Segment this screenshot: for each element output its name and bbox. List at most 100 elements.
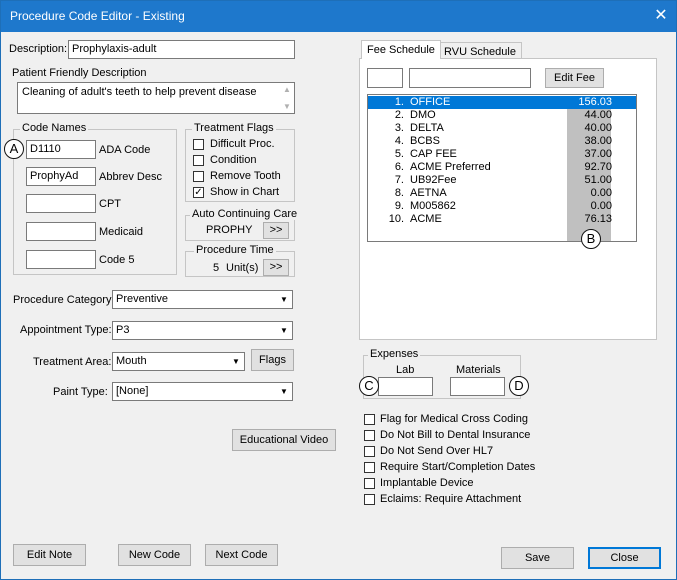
fee-row-number: 4. (394, 135, 404, 147)
materials-input[interactable] (450, 377, 505, 396)
option-checkbox[interactable] (364, 478, 375, 489)
edit-fee-button[interactable]: Edit Fee (545, 68, 604, 88)
difficult-proc-checkbox[interactable] (193, 139, 204, 150)
materials-label: Materials (456, 364, 501, 376)
fee-row[interactable]: 4. BCBS 38.00 (368, 135, 636, 148)
remove-tooth-checkbox[interactable] (193, 171, 204, 182)
patient-friendly-label: Patient Friendly Description (12, 67, 147, 79)
fee-row-amount: 76.13 (584, 213, 612, 225)
fee-row-name: DELTA (410, 122, 444, 134)
lab-label: Lab (396, 364, 415, 376)
fee-row-amount: 51.00 (584, 174, 612, 186)
procedure-time-button[interactable]: >> (263, 259, 289, 276)
callout-c: C (359, 376, 379, 396)
fee-row-number: 8. (394, 187, 404, 199)
save-button[interactable]: Save (501, 547, 574, 569)
fee-row-amount: 0.00 (590, 200, 612, 212)
treatment-area-select[interactable]: Mouth ▼ (112, 352, 245, 371)
flags-button[interactable]: Flags (251, 349, 294, 371)
condition-checkbox[interactable] (193, 155, 204, 166)
option-label: Do Not Bill to Dental Insurance (380, 429, 531, 441)
option-checkbox[interactable] (364, 446, 375, 457)
procedure-time-value: 5 (213, 262, 220, 274)
fee-row-name: AETNA (410, 187, 447, 199)
fee-row[interactable]: 5. CAP FEE 37.00 (368, 148, 636, 161)
procedure-time-title: Procedure Time (194, 244, 276, 256)
fee-row-number: 6. (394, 161, 404, 173)
option-checkbox[interactable] (364, 414, 375, 425)
code5-input[interactable] (26, 250, 96, 269)
appointment-type-select[interactable]: P3 ▼ (112, 321, 293, 340)
fee-row-name: DMO (410, 109, 436, 121)
close-icon[interactable]: ✕ (646, 1, 676, 32)
fee-row[interactable]: 10. ACME 76.13 (368, 213, 636, 226)
fee-row-name: CAP FEE (410, 148, 457, 160)
window-title: Procedure Code Editor - Existing (10, 9, 185, 23)
auto-care-value: PROPHY (206, 224, 253, 236)
procedure-time-unit: Unit(s) (226, 262, 259, 274)
cpt-label: CPT (99, 198, 121, 210)
close-button[interactable]: Close (588, 547, 661, 569)
fee-row-name: ACME (410, 213, 442, 225)
educational-video-button[interactable]: Educational Video (232, 429, 336, 451)
medicaid-input[interactable] (26, 222, 96, 241)
fee-filter-input-2[interactable] (409, 68, 531, 88)
paint-type-label: Paint Type: (53, 386, 108, 398)
description-input[interactable]: Prophylaxis-adult (68, 40, 295, 59)
scroll-down-icon[interactable]: ▼ (281, 102, 293, 111)
fee-row-name: BCBS (410, 135, 440, 147)
fee-row-amount: 92.70 (584, 161, 612, 173)
chevron-down-icon: ▼ (276, 292, 291, 307)
option-label: Eclaims: Require Attachment (380, 493, 522, 505)
procedure-category-select[interactable]: Preventive ▼ (112, 290, 293, 309)
option-label: Flag for Medical Cross Coding (380, 413, 528, 425)
auto-care-title: Auto Continuing Care (190, 208, 300, 220)
abbrev-desc-label: Abbrev Desc (99, 171, 162, 183)
code5-label: Code 5 (99, 254, 135, 266)
remove-tooth-label: Remove Tooth (210, 170, 281, 182)
fee-row-number: 3. (394, 122, 404, 134)
edit-note-button[interactable]: Edit Note (13, 544, 86, 566)
condition-label: Condition (210, 154, 257, 166)
description-label: Description: (9, 43, 68, 55)
fee-row[interactable]: 8. AETNA 0.00 (368, 187, 636, 200)
treatment-area-value: Mouth (116, 355, 147, 367)
callout-d: D (509, 376, 529, 396)
fee-row[interactable]: 2. DMO 44.00 (368, 109, 636, 122)
patient-friendly-textarea[interactable]: Cleaning of adult's teeth to help preven… (17, 82, 295, 114)
tab-fee-schedule[interactable]: Fee Schedule (361, 40, 441, 59)
fee-row[interactable]: 7. UB92Fee 51.00 (368, 174, 636, 187)
abbrev-desc-input[interactable]: ProphyAd (26, 167, 96, 186)
next-code-button[interactable]: Next Code (205, 544, 278, 566)
fee-row-number: 2. (394, 109, 404, 121)
appointment-type-value: P3 (116, 324, 130, 336)
title-bar: Procedure Code Editor - Existing ✕ (1, 1, 676, 32)
option-label: Do Not Send Over HL7 (380, 445, 494, 457)
auto-care-button[interactable]: >> (263, 222, 289, 239)
procedure-category-value: Preventive (116, 293, 168, 305)
option-checkbox[interactable] (364, 430, 375, 441)
fee-filter-input-1[interactable] (367, 68, 403, 88)
fee-row-name: OFFICE (410, 96, 451, 108)
fee-row-name: M005862 (410, 200, 456, 212)
new-code-button[interactable]: New Code (118, 544, 191, 566)
ada-code-input[interactable]: D1110 (26, 140, 96, 159)
option-label: Require Start/Completion Dates (380, 461, 536, 473)
show-in-chart-checkbox[interactable]: ✓ (193, 187, 204, 198)
cpt-input[interactable] (26, 194, 96, 213)
fee-row[interactable]: 3. DELTA 40.00 (368, 122, 636, 135)
fee-row[interactable]: 1. OFFICE 156.03 (368, 96, 636, 109)
procedure-category-label: Procedure Category: (13, 294, 115, 306)
lab-input[interactable] (378, 377, 433, 396)
fee-row[interactable]: 6. ACME Preferred 92.70 (368, 161, 636, 174)
paint-type-select[interactable]: [None] ▼ (112, 382, 293, 401)
option-checkbox[interactable] (364, 494, 375, 505)
fee-row[interactable]: 9. M005862 0.00 (368, 200, 636, 213)
fee-row-name: UB92Fee (410, 174, 457, 186)
fee-row-amount: 0.00 (590, 187, 612, 199)
callout-b: B (581, 229, 601, 249)
medicaid-label: Medicaid (99, 226, 144, 238)
code-names-title: Code Names (20, 122, 89, 134)
option-checkbox[interactable] (364, 462, 375, 473)
scroll-up-icon[interactable]: ▲ (281, 85, 293, 94)
